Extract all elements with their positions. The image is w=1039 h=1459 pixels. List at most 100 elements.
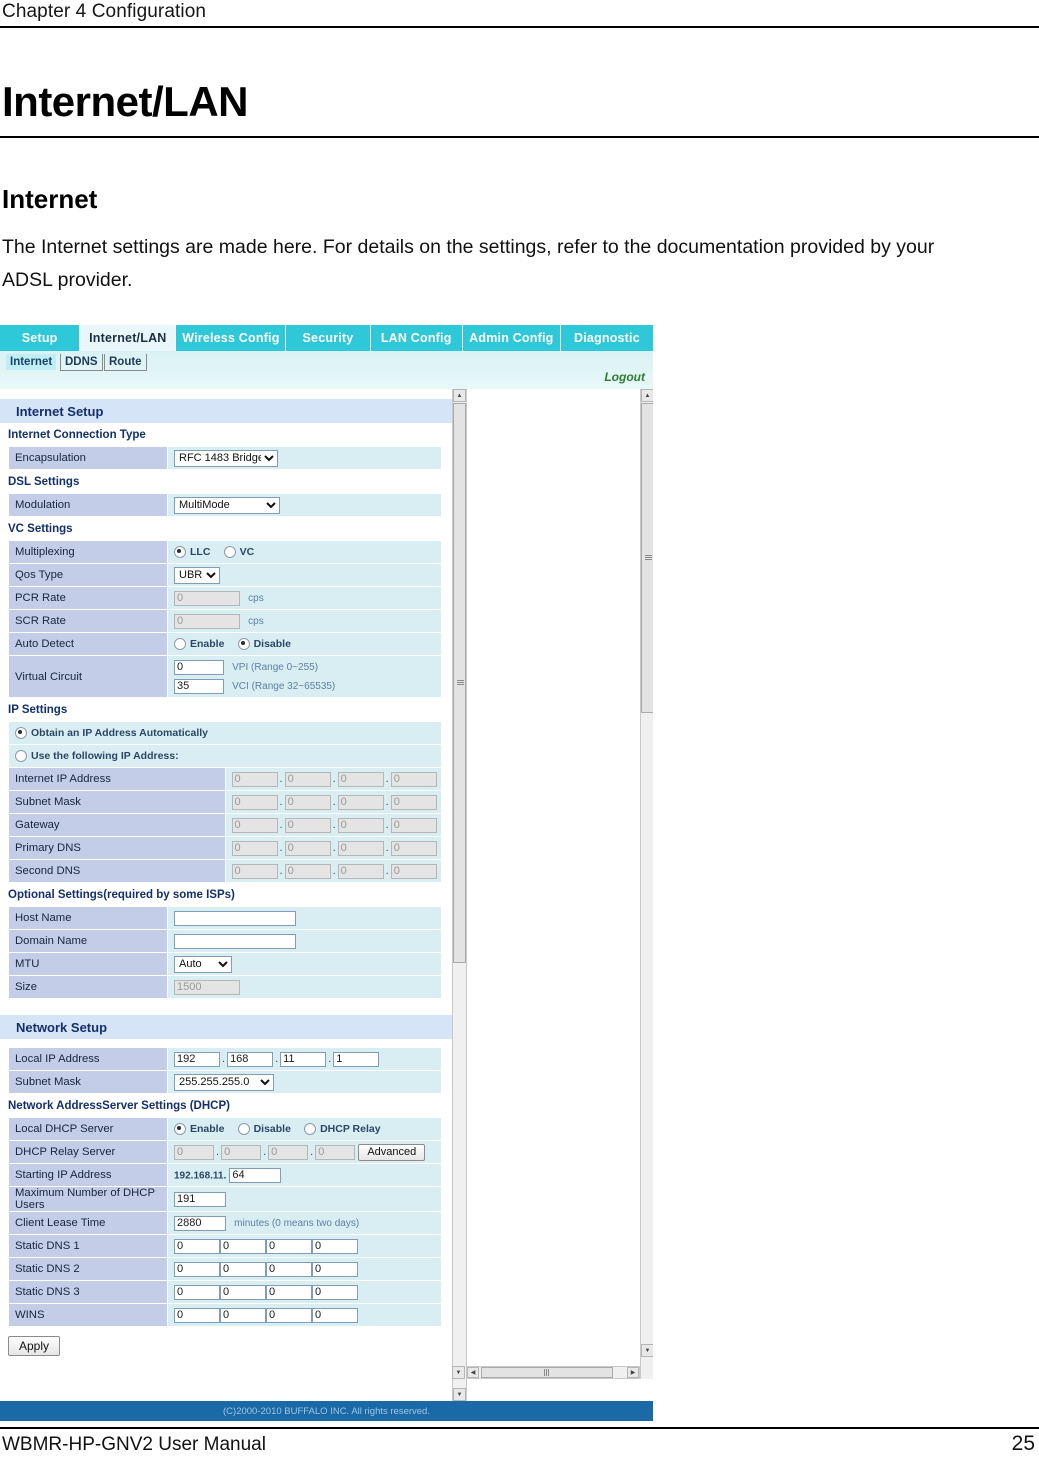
help-horizontal-scrollbar[interactable]: ◀ ▶ xyxy=(466,1366,640,1379)
primary-dns-octet-4[interactable] xyxy=(390,840,437,856)
static-dns-2-octet-1[interactable] xyxy=(174,1261,220,1277)
hscroll-thumb[interactable] xyxy=(481,1367,613,1378)
client-lease-time-input[interactable] xyxy=(174,1215,226,1231)
static-dns-2-octet-3[interactable] xyxy=(266,1261,312,1277)
mtu-select[interactable]: Auto xyxy=(174,955,232,973)
static-dns-3-octet-2[interactable] xyxy=(220,1284,266,1300)
tab-setup[interactable]: Setup xyxy=(0,325,81,351)
static-dns-2-octet-4[interactable] xyxy=(312,1261,358,1277)
scroll-down-arrow-icon[interactable]: ▼ xyxy=(453,1388,466,1401)
vci-input[interactable] xyxy=(174,678,224,694)
dhcp-relay-octet-2[interactable] xyxy=(221,1144,262,1160)
static-dns-1-octet-3[interactable] xyxy=(266,1238,312,1254)
second-dns-octet-4[interactable] xyxy=(390,863,437,879)
wan-subnet-octet-3[interactable] xyxy=(337,794,384,810)
internet-ip-octet-4[interactable] xyxy=(390,771,437,787)
static-dns-1-label: Static DNS 1 xyxy=(8,1234,168,1258)
vpi-input[interactable] xyxy=(174,659,224,675)
wins-octet-1[interactable] xyxy=(174,1307,220,1323)
internet-ip-octet-2[interactable] xyxy=(284,771,331,787)
local-ip-octet-3[interactable] xyxy=(280,1051,327,1067)
lan-subnet-mask-select[interactable]: 255.255.255.0 xyxy=(174,1073,274,1091)
tab-lan-config[interactable]: LAN Config xyxy=(371,325,463,351)
encapsulation-select[interactable]: RFC 1483 Bridged xyxy=(174,449,278,467)
scr-rate-input[interactable] xyxy=(174,613,240,629)
dhcp-relay-octet-3[interactable] xyxy=(268,1144,309,1160)
auto-detect-enable-radio[interactable]: Enable xyxy=(174,638,224,650)
hscroll-right-arrow-icon[interactable]: ▶ xyxy=(627,1367,639,1378)
form-vertical-scrollbar[interactable]: ▲ ▼ xyxy=(452,389,467,1401)
static-dns-2-octet-2[interactable] xyxy=(220,1261,266,1277)
primary-dns-octet-2[interactable] xyxy=(284,840,331,856)
auto-detect-disable-radio[interactable]: Disable xyxy=(237,638,291,650)
second-dns-octet-3[interactable] xyxy=(337,863,384,879)
wins-octet-3[interactable] xyxy=(266,1307,312,1323)
logout-link[interactable]: Logout xyxy=(604,370,645,384)
ip-auto-radio[interactable]: Obtain an IP Address Automatically xyxy=(15,727,208,739)
tab-diagnostic[interactable]: Diagnostic xyxy=(561,325,653,351)
help-scroll-up-arrow-icon[interactable]: ▲ xyxy=(641,389,653,402)
static-dns-3-octet-1[interactable] xyxy=(174,1284,220,1300)
primary-dns-octet-1[interactable] xyxy=(231,840,278,856)
hscroll-left-arrow-icon[interactable]: ◀ xyxy=(467,1367,479,1378)
help-vertical-scrollbar[interactable]: ▲ ▼ xyxy=(640,389,653,1379)
gateway-octet-4[interactable] xyxy=(390,817,437,833)
subtab-ddns[interactable]: DDNS xyxy=(60,354,103,371)
multiplexing-vc-radio[interactable]: VC xyxy=(223,546,254,558)
gateway-octet-1[interactable] xyxy=(231,817,278,833)
help-scroll-thumb[interactable] xyxy=(641,403,653,713)
domain-name-input[interactable] xyxy=(174,933,296,949)
help-scroll-down-arrow-icon[interactable]: ▼ xyxy=(641,1344,653,1357)
gateway-octet-3[interactable] xyxy=(337,817,384,833)
router-admin-screenshot: Setup Internet/LAN Wireless Config Secur… xyxy=(0,325,653,1421)
static-dns-3-octet-3[interactable] xyxy=(266,1284,312,1300)
wan-subnet-octet-1[interactable] xyxy=(231,794,278,810)
local-ip-octet-1[interactable] xyxy=(174,1051,220,1067)
starting-ip-input[interactable] xyxy=(229,1167,282,1183)
qos-type-select[interactable]: UBR xyxy=(174,566,220,584)
ip-manual-radio[interactable]: Use the following IP Address: xyxy=(15,750,179,762)
footer-manual-name: WBMR-HP-GNV2 User Manual xyxy=(2,1434,266,1455)
scroll-up-arrow-icon[interactable]: ▲ xyxy=(453,389,466,402)
table-row: Static DNS 1 xyxy=(8,1234,442,1258)
modulation-select[interactable]: MultiMode xyxy=(174,496,280,514)
static-dns-1-octet-1[interactable] xyxy=(174,1238,220,1254)
dhcp-relay-octet-1[interactable] xyxy=(174,1144,214,1160)
max-dhcp-users-input[interactable] xyxy=(174,1191,226,1207)
scroll-thumb[interactable] xyxy=(453,403,466,963)
gateway-octet-2[interactable] xyxy=(284,817,331,833)
tab-internet-lan[interactable]: Internet/LAN xyxy=(80,325,177,351)
apply-button[interactable]: Apply xyxy=(8,1336,61,1356)
wins-octet-2[interactable] xyxy=(220,1307,266,1323)
static-dns-1-octet-2[interactable] xyxy=(220,1238,266,1254)
dhcp-disable-radio[interactable]: Disable xyxy=(237,1123,291,1135)
dhcp-relay-octet-4[interactable] xyxy=(315,1144,356,1160)
table-row: WINS xyxy=(8,1303,442,1327)
tab-admin-config[interactable]: Admin Config xyxy=(463,325,561,351)
tab-wireless-config[interactable]: Wireless Config xyxy=(176,325,287,351)
second-dns-octet-2[interactable] xyxy=(284,863,331,879)
internet-ip-octet-1[interactable] xyxy=(231,771,278,787)
subtab-internet[interactable]: Internet xyxy=(6,354,57,370)
static-dns-3-octet-4[interactable] xyxy=(312,1284,358,1300)
dhcp-enable-radio[interactable]: Enable xyxy=(174,1123,224,1135)
primary-dns-octet-3[interactable] xyxy=(337,840,384,856)
wins-octet-4[interactable] xyxy=(312,1307,358,1323)
local-ip-octet-2[interactable] xyxy=(227,1051,274,1067)
page-scroll-down-arrow-icon[interactable]: ▼ xyxy=(452,1366,465,1379)
static-dns-1-octet-4[interactable] xyxy=(312,1238,358,1254)
wan-subnet-octet-4[interactable] xyxy=(390,794,437,810)
group-ip-settings: IP Settings xyxy=(8,704,68,716)
tab-security[interactable]: Security xyxy=(286,325,371,351)
multiplexing-llc-radio[interactable]: LLC xyxy=(174,546,210,558)
dhcp-relay-radio[interactable]: DHCP Relay xyxy=(304,1123,381,1135)
size-input[interactable] xyxy=(174,979,240,995)
subtab-route[interactable]: Route xyxy=(104,354,147,371)
pcr-rate-input[interactable] xyxy=(174,590,240,606)
local-ip-octet-4[interactable] xyxy=(333,1051,380,1067)
advanced-button[interactable]: Advanced xyxy=(358,1143,426,1161)
second-dns-octet-1[interactable] xyxy=(231,863,278,879)
host-name-input[interactable] xyxy=(174,910,296,926)
internet-ip-octet-3[interactable] xyxy=(337,771,384,787)
wan-subnet-octet-2[interactable] xyxy=(284,794,331,810)
